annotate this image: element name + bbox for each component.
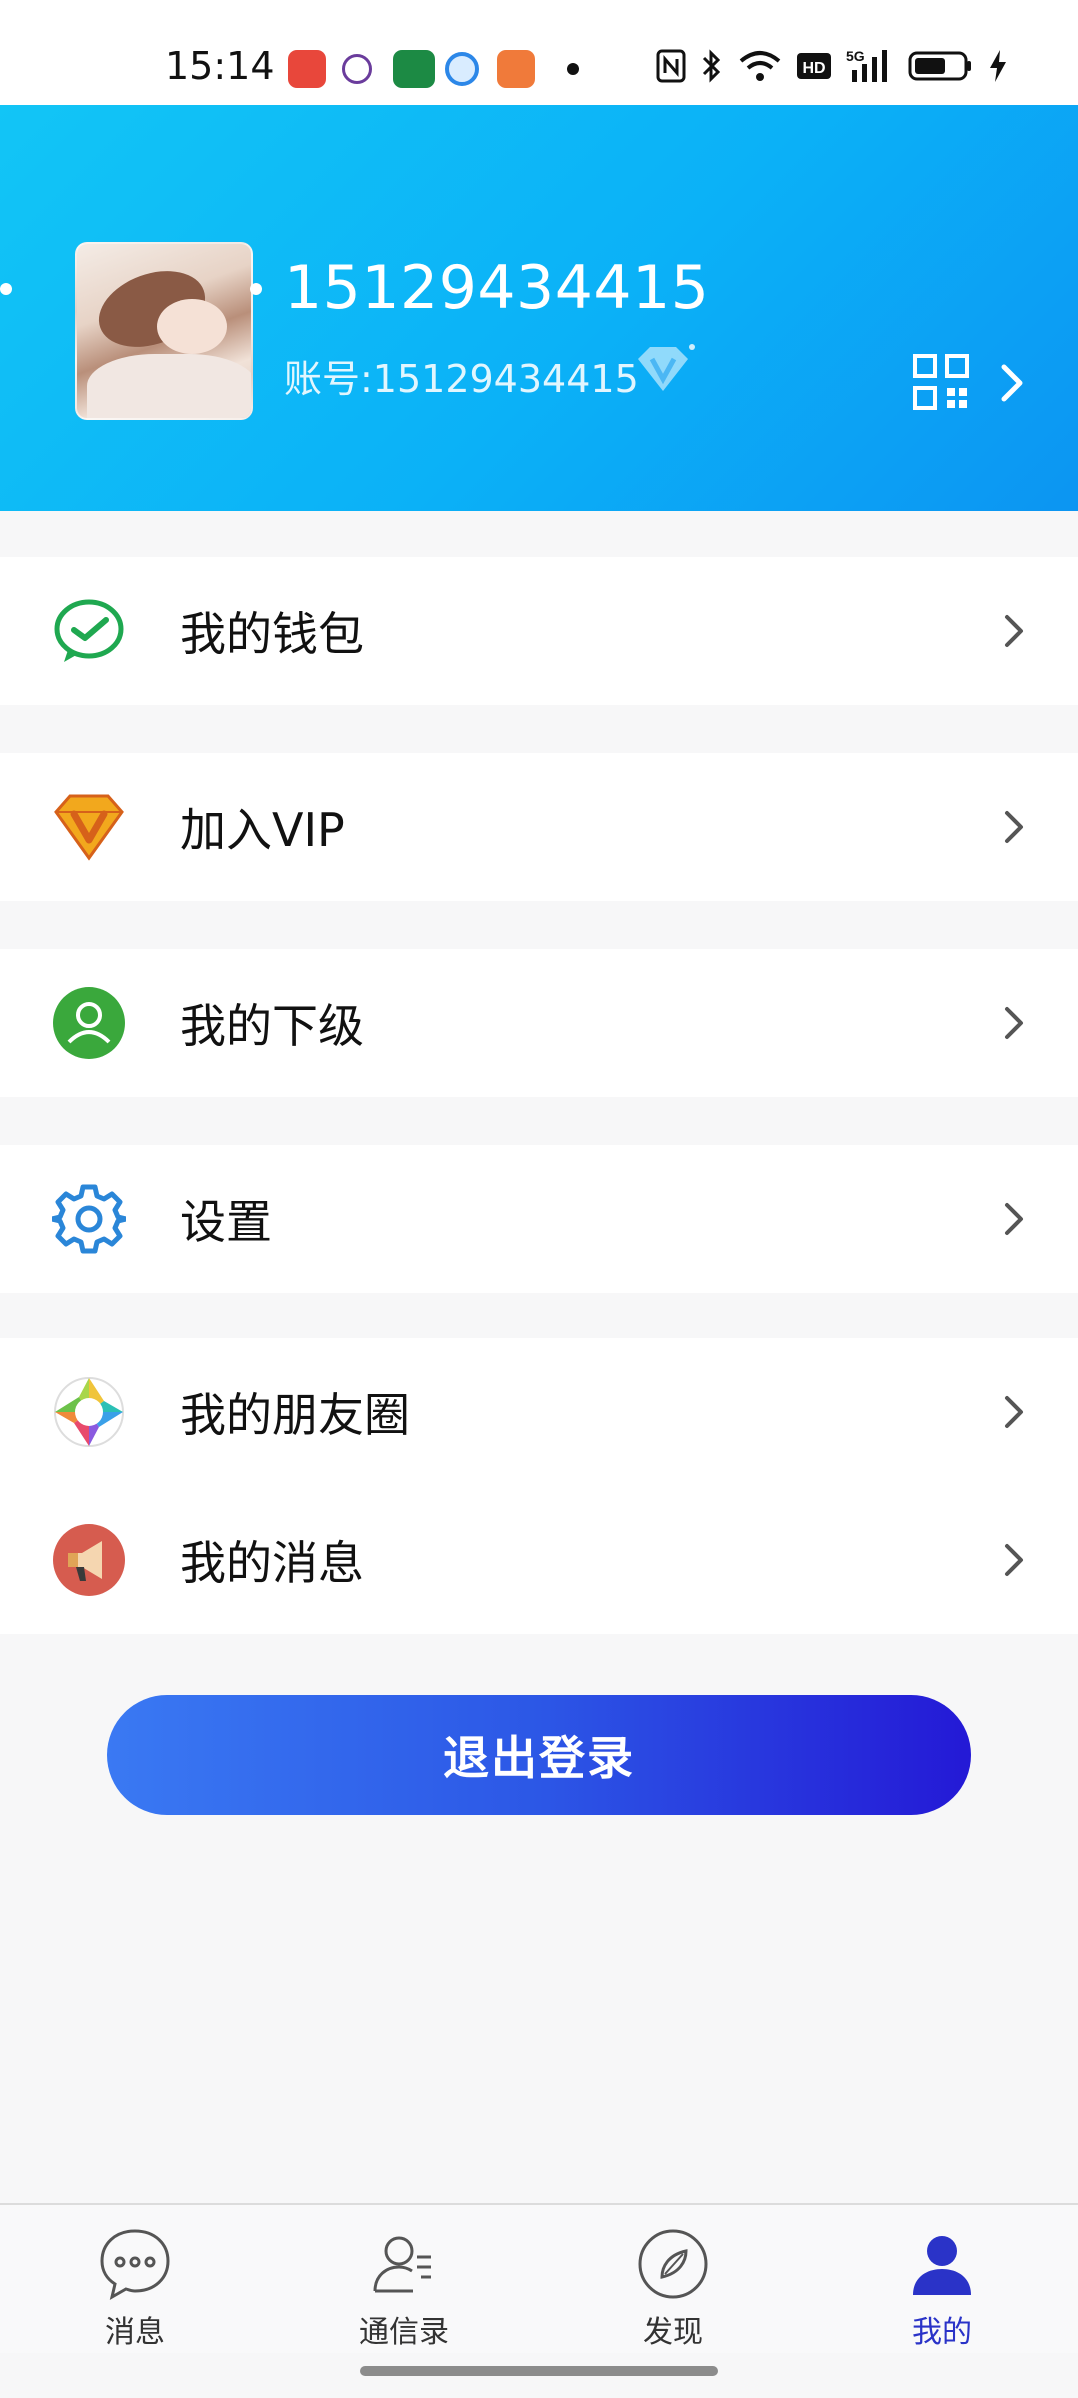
menu-group-subordinates: 我的下级	[0, 949, 1078, 1097]
tab-discover-label: 发现	[643, 2315, 703, 2350]
menu-item-subordinates-label: 我的下级	[180, 999, 364, 1053]
header-dot-left	[0, 283, 12, 295]
menu-item-messages-label: 我的消息	[180, 1536, 364, 1590]
wifi-icon	[739, 51, 781, 81]
menu-item-settings[interactable]: 设置	[0, 1145, 1078, 1293]
megaphone-icon	[53, 1524, 125, 1596]
profile-account: 账号:15129434415	[284, 357, 639, 401]
status-time: 15:14	[165, 44, 275, 88]
tab-messages-label: 消息	[105, 2315, 165, 2350]
chevron-right-icon	[1001, 364, 1023, 402]
tab-discover[interactable]: 发现	[573, 2227, 773, 2351]
menu-item-subordinates[interactable]: 我的下级	[0, 949, 1078, 1097]
oppo-notification-icon	[393, 50, 435, 88]
nfc-icon	[656, 49, 686, 83]
menu-group-vip: 加入VIP	[0, 753, 1078, 901]
tab-messages[interactable]: 消息	[35, 2227, 235, 2351]
svg-text:5G: 5G	[846, 48, 865, 64]
app-notification-icon	[342, 54, 372, 84]
more-notifications-dot	[567, 63, 579, 75]
reader-notification-icon	[497, 50, 535, 88]
chevron-right-icon	[1005, 1203, 1023, 1235]
menu-group-wallet: 我的钱包	[0, 557, 1078, 705]
avatar[interactable]	[75, 242, 253, 420]
profile-nickname: 15129434415	[284, 253, 710, 323]
tab-contacts[interactable]: 通信录	[304, 2227, 504, 2351]
chevron-right-icon	[1005, 1396, 1023, 1428]
menu-item-vip-label: 加入VIP	[180, 803, 345, 857]
cellular-signal-icon: 5G	[846, 48, 887, 82]
menu-item-wallet[interactable]: 我的钱包	[0, 557, 1078, 705]
aperture-icon	[54, 1377, 124, 1447]
menu-group-settings: 设置	[0, 1145, 1078, 1293]
header-dot-right	[250, 283, 262, 295]
hd-badge-icon: HD	[797, 53, 831, 79]
menu-item-messages[interactable]: 我的消息	[0, 1486, 1078, 1634]
bottom-tab-bar: 消息 通信录 发现 我的	[0, 2203, 1078, 2353]
status-bar: 15:14 HD 5G	[0, 0, 1078, 105]
svg-text:HD: HD	[802, 60, 825, 77]
compass-icon	[638, 2229, 708, 2299]
menu-group-social: 我的朋友圈 我的消息	[0, 1338, 1078, 1634]
bluetooth-icon	[702, 49, 721, 83]
chevron-right-icon	[1005, 615, 1023, 647]
tab-me-label: 我的	[912, 2315, 972, 2350]
gear-icon	[52, 1184, 126, 1254]
chevron-right-icon	[1005, 811, 1023, 843]
profile-header[interactable]: 15129434415 账号:15129434415	[0, 105, 1078, 511]
diamond-icon	[638, 344, 695, 391]
menu-item-settings-label: 设置	[180, 1195, 272, 1249]
music-app-notification-icon	[288, 50, 326, 88]
tab-me[interactable]: 我的	[842, 2227, 1042, 2351]
battery-icon	[908, 51, 971, 81]
user-green-icon	[53, 987, 125, 1059]
system-icons: HD 5G	[656, 48, 1008, 84]
person-icon	[913, 2236, 971, 2295]
chat-bubble-icon	[100, 2229, 170, 2301]
chevron-right-icon	[1005, 1007, 1023, 1039]
menu-item-moments[interactable]: 我的朋友圈	[0, 1338, 1078, 1486]
menu-item-vip[interactable]: 加入VIP	[0, 753, 1078, 901]
qr-code-icon[interactable]	[912, 353, 970, 411]
home-indicator[interactable]	[360, 2366, 718, 2376]
vip-diamond-icon	[54, 794, 124, 861]
chevron-right-icon	[1005, 1544, 1023, 1576]
menu-item-wallet-label: 我的钱包	[180, 607, 364, 661]
menu-item-moments-label: 我的朋友圈	[180, 1388, 410, 1442]
charging-icon	[990, 50, 1006, 82]
contacts-icon	[373, 2236, 431, 2293]
wechat-pay-icon	[54, 599, 124, 662]
logout-button[interactable]: 退出登录	[107, 1695, 971, 1815]
tab-contacts-label: 通信录	[359, 2315, 449, 2350]
browser-notification-icon	[445, 52, 479, 86]
